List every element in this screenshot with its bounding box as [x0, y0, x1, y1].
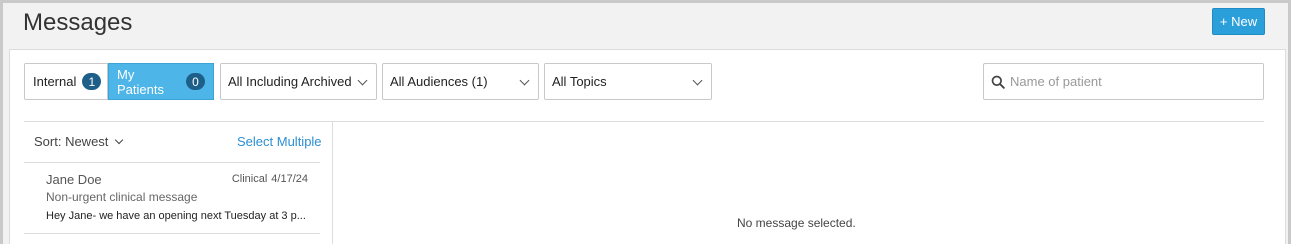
patient-search — [983, 63, 1264, 100]
search-icon — [991, 75, 1005, 89]
message-meta: Clinical 4/17/24 — [232, 173, 308, 185]
empty-state-text: No message selected. — [737, 216, 856, 230]
archive-filter-value: All Including Archived — [228, 74, 352, 89]
inbox-toggle: Internal 1 My Patients 0 — [24, 63, 214, 100]
messages-panel: Internal 1 My Patients 0 All Including A… — [9, 49, 1286, 244]
patient-search-input[interactable] — [1010, 74, 1250, 89]
column-divider — [332, 121, 333, 244]
new-message-button[interactable]: + New — [1212, 8, 1265, 35]
message-preview: Hey Jane- we have an opening next Tuesda… — [46, 210, 306, 222]
divider — [24, 233, 320, 234]
messages-page: Messages + New Internal 1 My Patients 0 … — [3, 3, 1288, 244]
message-subject: Non-urgent clinical message — [46, 190, 198, 204]
message-date: 4/17/24 — [271, 173, 308, 185]
tab-my-patients-label: My Patients — [117, 66, 164, 97]
tab-internal[interactable]: Internal 1 — [24, 63, 108, 100]
message-tag: Clinical — [231, 173, 268, 185]
topic-filter-select[interactable]: All Topics — [544, 63, 712, 100]
message-patient-name: Jane Doe — [46, 172, 102, 187]
audience-filter-value: All Audiences (1) — [390, 74, 488, 89]
internal-count-badge: 1 — [82, 73, 102, 90]
divider — [24, 121, 1264, 122]
select-multiple-link[interactable]: Select Multiple — [237, 134, 322, 149]
message-list-item[interactable]: Jane Doe Clinical 4/17/24 Non-urgent clin… — [24, 163, 320, 233]
archive-filter-select[interactable]: All Including Archived — [220, 63, 377, 100]
chevron-down-icon — [115, 135, 124, 145]
sort-label: Sort: Newest — [34, 134, 109, 149]
chevron-down-icon — [692, 75, 703, 86]
topic-filter-value: All Topics — [552, 74, 607, 89]
tab-internal-label: Internal — [33, 74, 77, 89]
my-patients-count-badge: 0 — [186, 73, 205, 90]
chevron-down-icon — [357, 75, 368, 86]
sort-dropdown[interactable]: Sort: Newest — [34, 134, 124, 149]
page-title: Messages — [23, 9, 133, 36]
tab-my-patients[interactable]: My Patients 0 — [108, 63, 214, 100]
audience-filter-select[interactable]: All Audiences (1) — [382, 63, 539, 100]
chevron-down-icon — [519, 75, 530, 86]
